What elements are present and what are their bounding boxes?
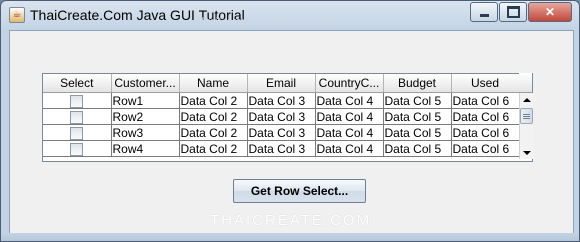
column-header-email[interactable]: Email <box>247 74 316 93</box>
table-row[interactable]: Row4 Data Col 2 Data Col 3 Data Col 4 Da… <box>43 140 520 157</box>
table-header: Select Customer... Name Email CountryC..… <box>43 74 520 93</box>
close-icon: ✕ <box>544 5 556 19</box>
row-checkbox[interactable] <box>70 94 84 108</box>
table-cell[interactable]: Data Col 5 <box>383 140 452 157</box>
table-cell[interactable]: Row3 <box>111 124 180 141</box>
table-cell[interactable]: Data Col 4 <box>315 124 384 141</box>
table-cell[interactable]: Data Col 5 <box>383 124 452 141</box>
table-scroll-pane: Select Customer... Name Email CountryC..… <box>42 73 533 162</box>
maximize-button[interactable] <box>499 2 527 22</box>
row-checkbox[interactable] <box>70 126 84 140</box>
table-cell[interactable]: Row4 <box>111 140 180 157</box>
select-cell[interactable] <box>43 140 112 157</box>
watermark: THAICREATE.COM <box>210 212 372 229</box>
window-controls: ✕ <box>469 2 572 22</box>
table-cell[interactable]: Data Col 4 <box>315 92 384 109</box>
row-checkbox[interactable] <box>70 110 84 124</box>
scroll-thumb[interactable] <box>520 108 533 124</box>
row-checkbox[interactable] <box>70 142 84 156</box>
arrow-down-icon <box>522 150 531 155</box>
grip-icon <box>523 117 530 119</box>
scroll-corner <box>519 73 532 93</box>
table-cell[interactable]: Data Col 5 <box>383 92 452 109</box>
column-header-country[interactable]: CountryC... <box>315 74 384 93</box>
table-cell[interactable]: Data Col 4 <box>315 108 384 125</box>
column-header-used[interactable]: Used <box>451 74 520 93</box>
table-cell[interactable]: Data Col 3 <box>247 124 316 141</box>
table-cell[interactable]: Row1 <box>111 92 180 109</box>
table-cell[interactable]: Data Col 2 <box>179 124 248 141</box>
grip-icon <box>523 113 530 115</box>
data-table: Select Customer... Name Email CountryC..… <box>43 74 520 157</box>
table-row[interactable]: Row2 Data Col 2 Data Col 3 Data Col 4 Da… <box>43 108 520 125</box>
minimize-icon <box>479 13 489 17</box>
table-cell[interactable]: Data Col 6 <box>451 108 520 125</box>
column-header-select[interactable]: Select <box>43 74 112 93</box>
column-header-name[interactable]: Name <box>179 74 248 93</box>
select-cell[interactable] <box>43 92 112 109</box>
title-bar[interactable]: ☕ ThaiCreate.Com Java GUI Tutorial ThaiC… <box>1 1 579 29</box>
java-cup-icon: ☕ <box>9 7 25 23</box>
column-header-budget[interactable]: Budget <box>383 74 452 93</box>
title-watermark: ThaiCreate.Com Java GUI Tutorial <box>200 16 339 26</box>
get-row-select-button[interactable]: Get Row Select... <box>233 179 366 203</box>
content-pane: Select Customer... Name Email CountryC..… <box>9 30 574 234</box>
table-row[interactable]: Row1 Data Col 2 Data Col 3 Data Col 4 Da… <box>43 92 520 109</box>
table-cell[interactable]: Data Col 3 <box>247 140 316 157</box>
table-row[interactable]: Row3 Data Col 2 Data Col 3 Data Col 4 Da… <box>43 124 520 141</box>
table-cell[interactable]: Data Col 2 <box>179 92 248 109</box>
select-cell[interactable] <box>43 108 112 125</box>
table-cell[interactable]: Data Col 2 <box>179 140 248 157</box>
close-button[interactable]: ✕ <box>528 2 572 22</box>
table-cell[interactable]: Data Col 5 <box>383 108 452 125</box>
scroll-down-button[interactable] <box>520 146 533 159</box>
table-cell[interactable]: Data Col 6 <box>451 140 520 157</box>
arrow-up-icon <box>522 97 531 102</box>
table-cell[interactable]: Data Col 6 <box>451 124 520 141</box>
table-cell[interactable]: Data Col 2 <box>179 108 248 125</box>
vertical-scrollbar[interactable] <box>519 93 533 159</box>
minimize-button[interactable] <box>470 2 498 22</box>
table-cell[interactable]: Data Col 4 <box>315 140 384 157</box>
scroll-up-button[interactable] <box>520 93 533 106</box>
maximize-icon <box>506 6 520 18</box>
table-cell[interactable]: Data Col 6 <box>451 92 520 109</box>
main-window: ☕ ThaiCreate.Com Java GUI Tutorial ThaiC… <box>0 0 580 242</box>
grip-icon <box>523 115 530 117</box>
column-header-customer[interactable]: Customer... <box>111 74 180 93</box>
table-cell[interactable]: Data Col 3 <box>247 108 316 125</box>
table-cell[interactable]: Data Col 3 <box>247 92 316 109</box>
select-cell[interactable] <box>43 124 112 141</box>
table-cell[interactable]: Row2 <box>111 108 180 125</box>
window-bottom-border <box>1 233 579 241</box>
